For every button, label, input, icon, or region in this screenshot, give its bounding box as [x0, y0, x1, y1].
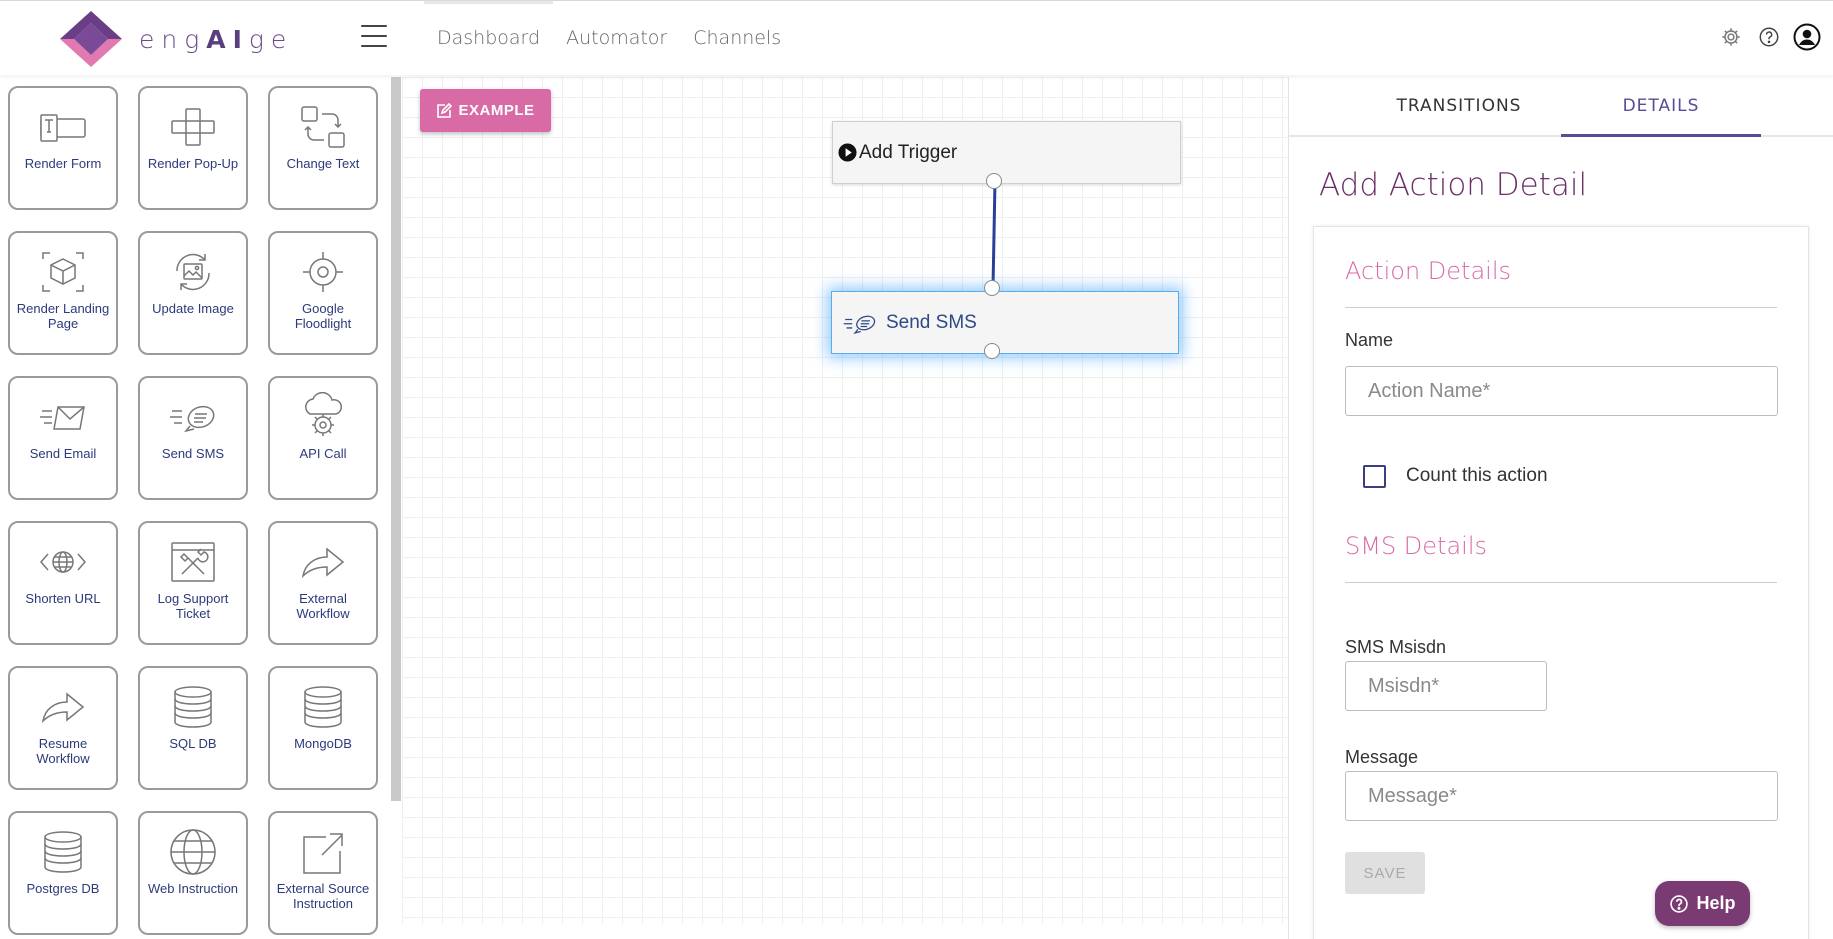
action-details-heading: Action Details: [1345, 257, 1511, 285]
form-field-icon: [38, 104, 88, 150]
panel-tabs: TRANSITIONS DETAILS: [1289, 77, 1833, 137]
tile-render-landing-page[interactable]: Render Landing Page: [8, 231, 118, 355]
example-button[interactable]: EXAMPLE: [420, 89, 551, 132]
forward-arrow-icon: [38, 684, 88, 730]
database-icon: [168, 684, 218, 730]
image-refresh-icon: [168, 249, 218, 295]
sms-msisdn-label: SMS Msisdn: [1345, 637, 1447, 657]
cube-icon: [38, 249, 88, 295]
send-sms-node-label: Send SMS: [886, 311, 977, 333]
palette-scrollbar[interactable]: [391, 77, 401, 801]
cloud-gear-icon: [298, 392, 348, 440]
sms-output-port[interactable]: [984, 343, 1000, 359]
msisdn-input[interactable]: [1345, 661, 1547, 711]
action-detail-form: Action Details Name Count this action SM…: [1313, 226, 1809, 939]
workflow-canvas[interactable]: [402, 77, 1288, 924]
tools-icon: [168, 539, 218, 585]
brand-name: engAIge: [139, 25, 294, 54]
user-account-icon[interactable]: [1793, 23, 1821, 51]
tile-change-text[interactable]: Change Text: [268, 86, 378, 210]
message-input[interactable]: [1345, 771, 1778, 821]
details-panel: TRANSITIONS DETAILS Add Action Detail Ac…: [1288, 77, 1833, 939]
database-icon: [298, 684, 348, 730]
external-link-icon: [298, 829, 348, 875]
name-label: Name: [1345, 330, 1394, 350]
tile-api-call[interactable]: API Call: [268, 376, 378, 500]
trigger-node-label: Add Trigger: [859, 141, 958, 163]
help-button[interactable]: Help: [1655, 881, 1750, 926]
nav-channels[interactable]: Channels: [680, 1, 794, 76]
database-icon: [38, 829, 88, 875]
save-button[interactable]: SAVE: [1345, 852, 1425, 894]
engaige-logo[interactable]: [58, 9, 124, 67]
sms-input-port[interactable]: [984, 280, 1000, 296]
globe-icon: [168, 829, 218, 875]
tab-details[interactable]: DETAILS: [1561, 77, 1761, 137]
tile-external-source-instruction[interactable]: External Source Instruction: [268, 811, 378, 935]
forward-arrow-icon: [298, 539, 348, 585]
nav-dashboard[interactable]: Dashboard: [424, 1, 554, 76]
app-header: engAIge Dashboard Automator Channels: [0, 0, 1833, 75]
tab-transitions[interactable]: TRANSITIONS: [1349, 77, 1569, 137]
tile-mongodb[interactable]: MongoDB: [268, 666, 378, 790]
header-actions: [1717, 23, 1821, 51]
tile-send-sms[interactable]: Send SMS: [138, 376, 248, 500]
section-divider: [1345, 582, 1777, 583]
action-name-input[interactable]: [1345, 366, 1778, 416]
trigger-output-port[interactable]: [986, 173, 1002, 189]
panel-title: Add Action Detail: [1319, 167, 1588, 203]
count-action-checkbox[interactable]: [1363, 465, 1386, 488]
tile-postgres-db[interactable]: Postgres DB: [8, 811, 118, 935]
action-palette: Render Form Render Pop-Up Change Text Re…: [0, 75, 390, 939]
palette-tiles: Render Form Render Pop-Up Change Text Re…: [8, 86, 378, 935]
tile-send-email[interactable]: Send Email: [8, 376, 118, 500]
target-icon: [298, 249, 348, 295]
tile-resume-workflow[interactable]: Resume Workflow: [8, 666, 118, 790]
gear-icon[interactable]: [1717, 23, 1745, 51]
tile-render-popup[interactable]: Render Pop-Up: [138, 86, 248, 210]
tile-external-workflow[interactable]: External Workflow: [268, 521, 378, 645]
tile-google-floodlight[interactable]: Google Floodlight: [268, 231, 378, 355]
swap-icon: [298, 104, 348, 150]
help-circle-icon[interactable]: [1755, 23, 1783, 51]
trigger-node[interactable]: Add Trigger: [832, 121, 1181, 184]
sms-icon: [168, 394, 218, 440]
sms-icon: [843, 315, 876, 334]
play-circle-icon: [838, 143, 857, 162]
tile-web-instruction[interactable]: Web Instruction: [138, 811, 248, 935]
popup-icon: [168, 104, 218, 150]
tile-sql-db[interactable]: SQL DB: [138, 666, 248, 790]
top-navigation: Dashboard Automator Channels: [424, 1, 794, 76]
tile-log-support-ticket[interactable]: Log Support Ticket: [138, 521, 248, 645]
send-sms-node[interactable]: Send SMS: [831, 291, 1179, 354]
count-action-label: Count this action: [1406, 465, 1548, 486]
tile-update-image[interactable]: Update Image: [138, 231, 248, 355]
nav-automator[interactable]: Automator: [553, 1, 680, 76]
tile-render-form[interactable]: Render Form: [8, 86, 118, 210]
edit-icon: [437, 102, 453, 118]
tile-shorten-url[interactable]: Shorten URL: [8, 521, 118, 645]
section-divider: [1345, 307, 1777, 308]
menu-toggle-icon[interactable]: [361, 25, 387, 47]
globe-code-icon: [38, 539, 88, 585]
sms-details-heading: SMS Details: [1345, 532, 1488, 560]
help-circle-icon: [1670, 894, 1689, 913]
message-label: Message: [1345, 747, 1419, 767]
email-icon: [38, 394, 88, 440]
